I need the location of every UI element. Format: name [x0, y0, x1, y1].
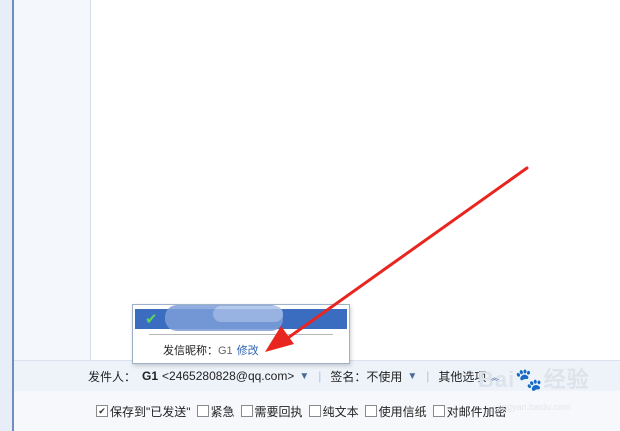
watermark-url: jingyan.baidu.com [498, 402, 571, 412]
watermark: Bai🐾经验 [478, 367, 590, 392]
